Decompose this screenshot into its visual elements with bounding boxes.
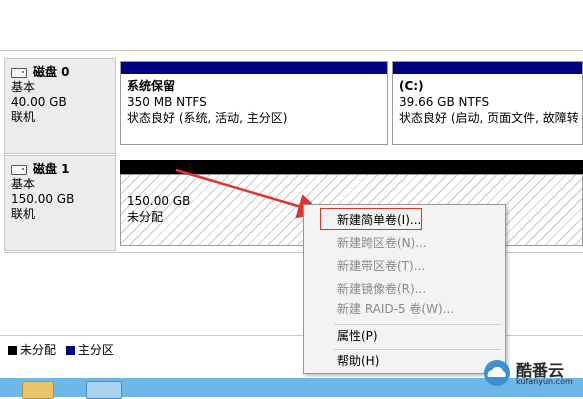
computer-management-icon[interactable] — [86, 381, 122, 399]
menu-item-properties[interactable]: 属性(P) — [337, 326, 378, 346]
menu-item-new-spanned-volume[interactable]: 新建跨区卷(N)... — [337, 233, 427, 253]
watermark: 酷番云 kufanyun.com — [478, 355, 583, 395]
menu-item-new-striped-volume[interactable]: 新建带区卷(T)... — [337, 256, 425, 276]
watermark-url: kufanyun.com — [516, 377, 573, 386]
cloud-logo-icon — [484, 360, 510, 386]
menu-item-new-raid5-volume[interactable]: 新建 RAID-5 卷(W)... — [337, 299, 454, 319]
menu-separator — [334, 324, 501, 325]
menu-separator — [334, 349, 501, 350]
annotation-highlight-box — [320, 208, 422, 230]
folder-icon[interactable] — [22, 381, 54, 399]
arrow-line — [175, 168, 323, 219]
menu-item-help[interactable]: 帮助(H) — [337, 351, 379, 371]
menu-item-new-mirrored-volume[interactable]: 新建镜像卷(R)... — [337, 279, 426, 299]
